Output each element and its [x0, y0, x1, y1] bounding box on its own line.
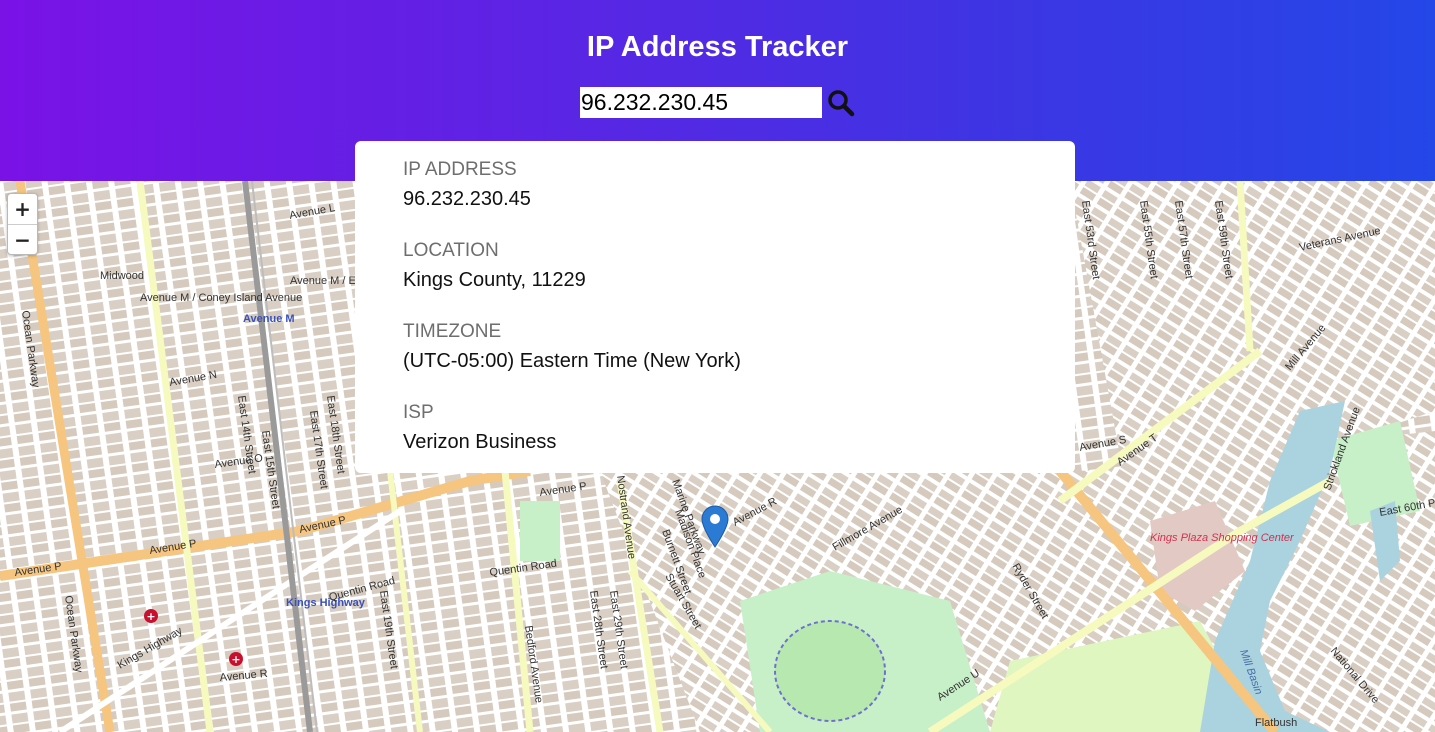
timezone-field: TIMEZONE (UTC-05:00) Eastern Time (New Y…	[403, 320, 1027, 378]
label-avenue-m-station: Avenue M	[243, 313, 295, 325]
ip-search-input[interactable]	[580, 87, 822, 118]
search-form	[580, 87, 858, 118]
ip-address-value: 96.232.230.45	[403, 188, 531, 210]
timezone-label: TIMEZONE	[403, 321, 502, 342]
label-midwood: Midwood	[100, 270, 144, 282]
isp-value: Verizon Business	[403, 431, 557, 453]
isp-field: ISP Verizon Business	[403, 401, 1027, 459]
location-field: LOCATION Kings County, 11229	[403, 239, 1027, 297]
label-flatbush: Flatbush	[1255, 717, 1297, 729]
ip-info-card: IP ADDRESS 96.232.230.45 LOCATION Kings …	[355, 141, 1075, 473]
svg-text:+: +	[146, 610, 155, 623]
timezone-value: (UTC-05:00) Eastern Time (New York)	[403, 350, 741, 372]
isp-label: ISP	[403, 402, 434, 423]
search-button[interactable]	[824, 87, 858, 118]
label-avenue-m-coney: Avenue M / Coney Island Avenue	[140, 292, 302, 304]
label-kings-highway-station: Kings Highway	[286, 597, 366, 609]
location-label: LOCATION	[403, 240, 499, 261]
zoom-out-button[interactable]: −	[8, 224, 37, 254]
search-icon	[828, 89, 855, 116]
ip-address-field: IP ADDRESS 96.232.230.45	[403, 158, 1027, 216]
label-kings-plaza: Kings Plaza Shopping Center	[1150, 532, 1295, 544]
zoom-in-button[interactable]: +	[8, 194, 37, 224]
svg-text:+: +	[231, 653, 240, 666]
location-value: Kings County, 11229	[403, 269, 586, 291]
zoom-control: + −	[7, 193, 38, 255]
page-title: IP Address Tracker	[586, 31, 849, 63]
ip-address-label: IP ADDRESS	[403, 159, 517, 180]
